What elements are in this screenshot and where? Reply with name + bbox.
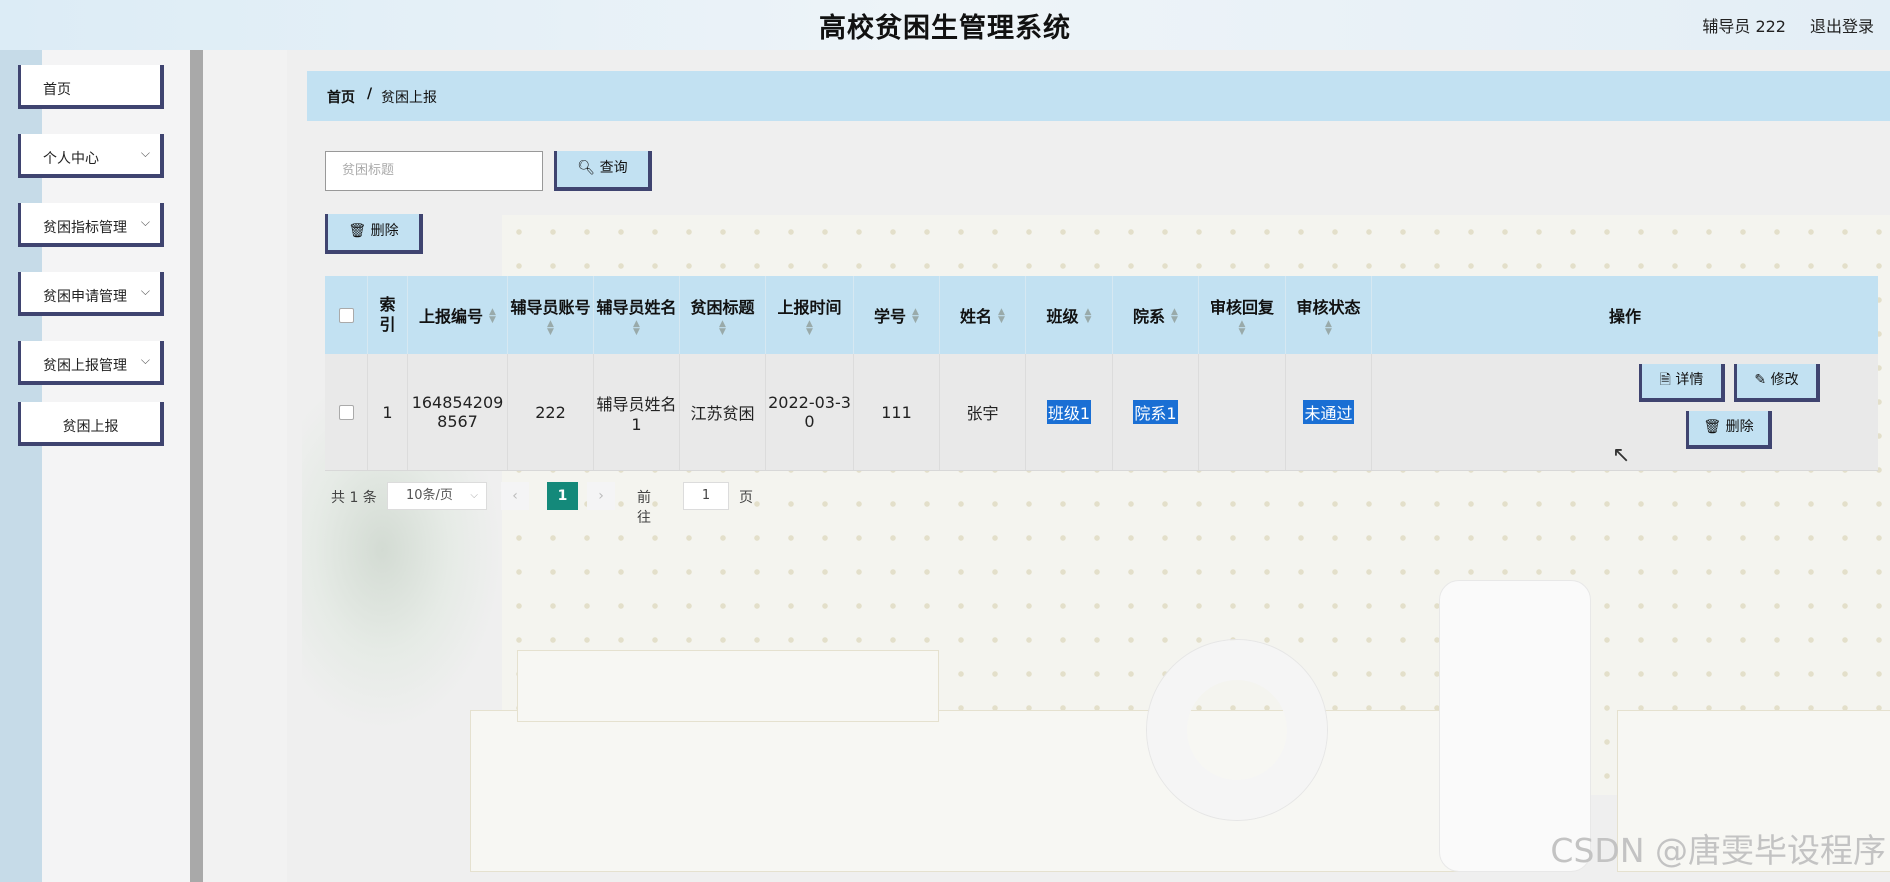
sort-icon[interactable]: ▲ ▼	[633, 320, 640, 337]
header-name[interactable]: 姓名 ▲ ▼	[940, 276, 1026, 354]
breadcrumb-separator: /	[367, 86, 373, 102]
header-status[interactable]: 审核状态 ▲ ▼	[1286, 276, 1372, 354]
breadcrumb-home[interactable]: 首页	[327, 87, 355, 107]
search-button[interactable]: 🔍︎ 查询	[554, 151, 652, 191]
cell-reply	[1199, 354, 1286, 470]
trash-icon: 🗑︎	[348, 223, 367, 239]
page-size-select[interactable]: 10条/页 ⌵	[387, 482, 487, 510]
watermark: CSDN @唐雯毕设程序	[1550, 831, 1886, 870]
table-header: 索引 上报编号 ▲ ▼ 辅导员账号 ▲ ▼ 辅导员姓名 ▲ ▼ 贫困标题 ▲ ▼ 上报时间 ▲ ▼ …	[325, 276, 1878, 354]
header-select-all[interactable]	[325, 276, 368, 354]
header-index: 索引	[368, 276, 408, 354]
chevron-down-icon: ⌵	[140, 146, 150, 160]
background-tape-roll	[1147, 640, 1327, 820]
sidebar-item-poverty-applications[interactable]: 贫困申请管理 ⌵	[18, 272, 164, 316]
goto-page-input[interactable]: 1	[683, 482, 729, 510]
page-number-current[interactable]: 1	[547, 482, 578, 510]
header-counselor-name[interactable]: 辅导员姓名 ▲ ▼	[594, 276, 680, 354]
cell-report-no: 164854209 8567	[408, 354, 508, 470]
header-class[interactable]: 班级 ▲ ▼	[1026, 276, 1113, 354]
cell-student-no: 111	[854, 354, 940, 470]
breadcrumb-current: 贫困上报	[381, 90, 437, 106]
header-time[interactable]: 上报时间 ▲ ▼	[766, 276, 854, 354]
sidebar-item-label: 贫困申请管理	[43, 289, 127, 305]
edit-icon: ✎	[1754, 372, 1767, 388]
sidebar-item-poverty-indicators[interactable]: 贫困指标管理 ⌵	[18, 203, 164, 247]
background-block	[517, 650, 939, 722]
table-row: 1 164854209 8567 222 辅导员姓名 1 江苏贫困 2022-03-…	[325, 354, 1878, 471]
search-button-label: 查询	[599, 160, 628, 176]
main-content: 首页 / 贫困上报 贫困标题 🔍︎ 查询 🗑︎ 删除 索引 上报编号 ▲ ▼ 辅导员…	[287, 50, 1890, 882]
sidebar-item-home[interactable]: 首页	[18, 65, 164, 109]
chevron-down-icon: ⌵	[140, 284, 150, 298]
cell-time: 2022-03-3 0	[766, 354, 854, 470]
next-page-button[interactable]: ›	[587, 482, 615, 510]
header-student-no[interactable]: 学号 ▲ ▼	[854, 276, 940, 354]
mouse-cursor-icon: ↖	[1612, 443, 1631, 468]
sort-icon[interactable]: ▲ ▼	[1325, 320, 1332, 337]
sidebar-item-poverty-report-management[interactable]: 贫困上报管理 ⌵	[18, 341, 164, 385]
cell-name: 张宇	[940, 354, 1026, 470]
cell-class: 班级1	[1026, 354, 1113, 470]
row-delete-button[interactable]: 🗑︎ 删除	[1686, 411, 1772, 449]
pagination-total: 共 1 条	[331, 490, 377, 506]
header-actions: 操作	[1608, 307, 1641, 326]
cell-status: 未通过	[1286, 354, 1372, 470]
sidebar-item-label: 贫困上报管理	[43, 358, 127, 374]
logout-link[interactable]: 退出登录	[1810, 13, 1874, 37]
sidebar-item-label: 贫困指标管理	[43, 220, 127, 236]
edit-button[interactable]: ✎ 修改	[1734, 364, 1820, 402]
background-shelf	[470, 710, 1572, 872]
sidebar-item-label: 首页	[43, 82, 71, 98]
cell-title: 江苏贫困	[680, 354, 766, 470]
sort-icon[interactable]: ▲ ▼	[1085, 308, 1092, 325]
bulk-delete-label: 删除	[370, 223, 399, 239]
page-unit-label: 页	[739, 490, 753, 506]
row-checkbox[interactable]	[338, 404, 354, 420]
sidebar-subitem-poverty-report[interactable]: 贫困上报	[18, 402, 164, 446]
header-counselor-account[interactable]: 辅导员账号 ▲ ▼	[508, 276, 594, 354]
document-icon: 🗎︎	[1659, 372, 1671, 388]
trash-icon: 🗑︎	[1703, 419, 1722, 435]
sidebar-item-personal-center[interactable]: 个人中心 ⌵	[18, 134, 164, 178]
bulk-delete-button[interactable]: 🗑︎ 删除	[325, 214, 423, 254]
sort-icon[interactable]: ▲ ▼	[547, 320, 554, 337]
content-gutter	[203, 50, 287, 882]
cell-department: 院系1	[1113, 354, 1199, 470]
cell-index: 1	[368, 354, 408, 470]
chevron-down-icon: ⌵	[140, 215, 150, 229]
sidebar-item-label: 贫困上报	[62, 419, 119, 435]
header-reply[interactable]: 审核回复 ▲ ▼	[1199, 276, 1286, 354]
detail-button[interactable]: 🗎︎ 详情	[1639, 364, 1725, 402]
row-select[interactable]	[325, 354, 368, 470]
app-title: 高校贫困生管理系统	[819, 13, 1071, 44]
sort-icon[interactable]: ▲ ▼	[719, 320, 726, 337]
sidebar-divider	[190, 50, 203, 882]
sort-icon[interactable]: ▲ ▼	[998, 308, 1005, 325]
search-icon: 🔍︎	[577, 160, 596, 176]
goto-label: 前往	[637, 490, 651, 526]
chevron-down-icon: ⌵	[470, 490, 478, 501]
sort-icon[interactable]: ▲ ▼	[489, 308, 496, 325]
cell-counselor-account: 222	[508, 354, 594, 470]
search-input[interactable]: 贫困标题	[325, 151, 543, 191]
sort-icon[interactable]: ▲ ▼	[1171, 308, 1178, 325]
cell-counselor-name: 辅导员姓名 1	[594, 354, 680, 470]
sidebar-item-label: 个人中心	[43, 151, 99, 167]
header-title[interactable]: 贫困标题 ▲ ▼	[680, 276, 766, 354]
select-all-checkbox[interactable]	[338, 307, 354, 323]
sort-icon[interactable]: ▲ ▼	[806, 320, 813, 337]
header-report-no[interactable]: 上报编号 ▲ ▼	[408, 276, 508, 354]
sort-icon[interactable]: ▲ ▼	[1239, 320, 1246, 337]
current-user: 辅导员 222	[1702, 17, 1786, 36]
header-department[interactable]: 院系 ▲ ▼	[1113, 276, 1199, 354]
breadcrumb: 首页 / 贫困上报	[307, 71, 1890, 121]
prev-page-button[interactable]: ‹	[501, 482, 529, 510]
chevron-down-icon: ⌵	[140, 353, 150, 367]
sort-icon[interactable]: ▲ ▼	[912, 308, 919, 325]
top-header: 高校贫困生管理系统 辅导员 222 退出登录	[0, 0, 1890, 50]
